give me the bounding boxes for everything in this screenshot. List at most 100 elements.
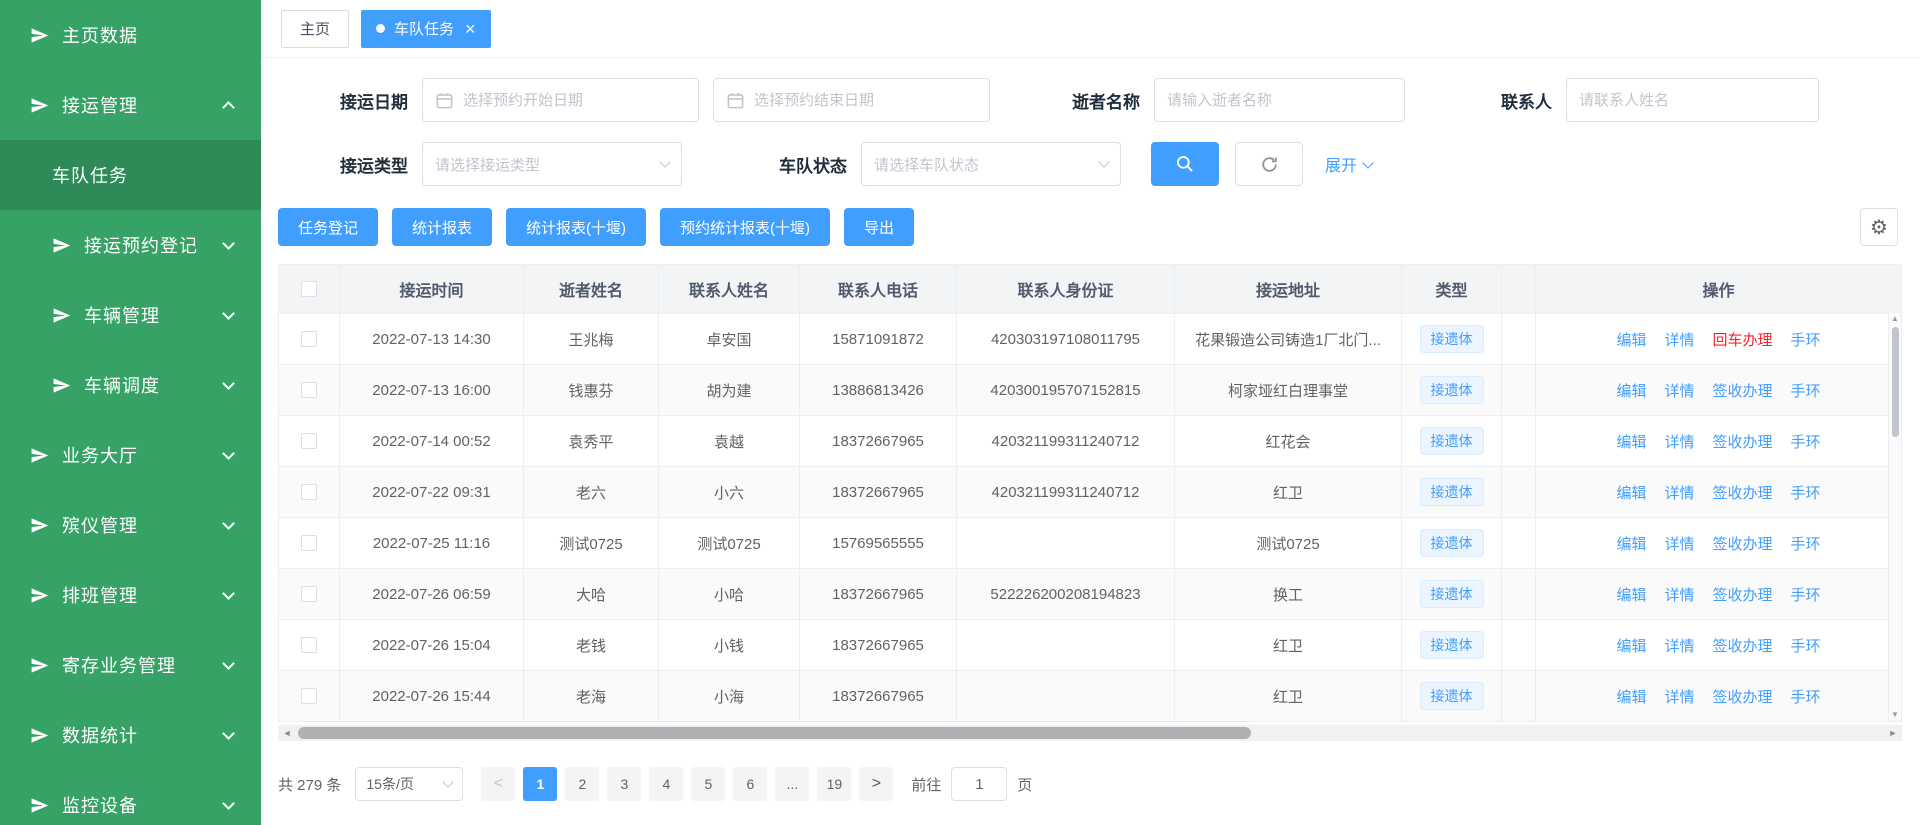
page-button-3[interactable]: 3 (607, 767, 641, 801)
sidebar-item-business-hall[interactable]: 业务大厅 (0, 420, 261, 490)
detail-link[interactable]: 详情 (1664, 533, 1694, 554)
contact-name-input[interactable] (1567, 79, 1818, 121)
close-icon[interactable]: × (465, 20, 476, 38)
page-button-19[interactable]: 19 (817, 767, 851, 801)
deceased-name-input[interactable] (1155, 79, 1404, 121)
row-checkbox[interactable] (301, 433, 317, 449)
export-button[interactable]: 导出 (844, 208, 914, 246)
tab-home[interactable]: 主页 (281, 10, 349, 48)
sidebar-item-transport-booking[interactable]: 接运预约登记 (0, 210, 261, 280)
task-register-button[interactable]: 任务登记 (278, 208, 378, 246)
detail-link[interactable]: 详情 (1664, 686, 1694, 707)
search-button[interactable] (1151, 142, 1219, 186)
chevron-down-icon (222, 797, 235, 810)
detail-link[interactable]: 详情 (1664, 431, 1694, 452)
wristband-link[interactable]: 手环 (1791, 431, 1821, 452)
wristband-link[interactable]: 手环 (1791, 686, 1821, 707)
detail-link[interactable]: 详情 (1664, 329, 1694, 350)
wristband-link[interactable]: 手环 (1791, 329, 1821, 350)
row-checkbox[interactable] (301, 535, 317, 551)
vertical-scroll-thumb[interactable] (1892, 327, 1899, 437)
page-button-6[interactable]: 6 (733, 767, 767, 801)
wristband-link[interactable]: 手环 (1791, 635, 1821, 656)
edit-link[interactable]: 编辑 (1616, 635, 1646, 656)
date-start-input[interactable] (423, 79, 698, 121)
sidebar-item-data-stats[interactable]: 数据统计 (0, 700, 261, 770)
transport-type-select[interactable]: 请选择接运类型 (422, 142, 682, 186)
pages-ellipsis-button[interactable]: ... (775, 767, 809, 801)
page-button-2[interactable]: 2 (565, 767, 599, 801)
sidebar-item-monitor-devices[interactable]: 监控设备 (0, 770, 261, 825)
stats-report-shiyan-button[interactable]: 统计报表(十堰) (506, 208, 646, 246)
tab-fleet-tasks[interactable]: 车队任务 × (361, 10, 491, 48)
stats-report-button[interactable]: 统计报表 (392, 208, 492, 246)
column-settings-button[interactable]: ⚙ (1860, 208, 1898, 246)
cell-deceased-name: 老钱 (524, 620, 659, 670)
edit-link[interactable]: 编辑 (1616, 482, 1646, 503)
page-button-4[interactable]: 4 (649, 767, 683, 801)
goto-page-input[interactable] (951, 767, 1007, 801)
horizontal-scroll-thumb[interactable] (298, 727, 1251, 739)
table-row: 2022-07-25 11:16测试0725测试072515769565555测… (279, 517, 1901, 568)
sign-process-link[interactable]: 签收办理 (1713, 584, 1773, 605)
booking-stats-report-shiyan-button[interactable]: 预约统计报表(十堰) (660, 208, 830, 246)
scroll-up-icon[interactable]: ▲ (1891, 313, 1899, 325)
row-checkbox[interactable] (301, 484, 317, 500)
edit-link[interactable]: 编辑 (1616, 584, 1646, 605)
wristband-link[interactable]: 手环 (1791, 482, 1821, 503)
expand-toggle[interactable]: 展开 (1325, 152, 1372, 176)
table-row: 2022-07-26 15:04老钱小钱18372667965红卫接遗体编辑详情… (279, 619, 1901, 670)
sidebar-item-home-data[interactable]: 主页数据 (0, 0, 261, 70)
sign-process-link[interactable]: 签收办理 (1713, 533, 1773, 554)
return-process-link[interactable]: 回车办理 (1713, 329, 1773, 350)
sidebar-item-funeral-mgmt[interactable]: 殡仪管理 (0, 490, 261, 560)
page-button-1[interactable]: 1 (523, 767, 557, 801)
date-end-input[interactable] (714, 79, 989, 121)
fleet-status-select[interactable]: 请选择车队状态 (861, 142, 1121, 186)
sidebar-item-shift-mgmt[interactable]: 排班管理 (0, 560, 261, 630)
calendar-icon (726, 91, 745, 110)
detail-link[interactable]: 详情 (1664, 635, 1694, 656)
refresh-button[interactable] (1235, 142, 1303, 186)
scroll-down-icon[interactable]: ▼ (1891, 709, 1899, 721)
detail-link[interactable]: 详情 (1664, 584, 1694, 605)
row-checkbox[interactable] (301, 382, 317, 398)
page-size-select[interactable]: 15条/页 (355, 767, 463, 801)
cell-spacer (1502, 467, 1536, 517)
edit-link[interactable]: 编辑 (1616, 380, 1646, 401)
sign-process-link[interactable]: 签收办理 (1713, 482, 1773, 503)
row-checkbox[interactable] (301, 688, 317, 704)
filter-panel: 接运日期 逝者名称 联系人 (261, 58, 1920, 186)
horizontal-scrollbar[interactable]: ◄ ► (278, 725, 1902, 741)
sidebar-item-vehicle-mgmt[interactable]: 车辆管理 (0, 280, 261, 350)
sidebar-item-fleet-tasks[interactable]: 车队任务 (0, 140, 261, 210)
wristband-link[interactable]: 手环 (1791, 533, 1821, 554)
prev-page-button[interactable]: < (481, 767, 515, 801)
detail-link[interactable]: 详情 (1664, 380, 1694, 401)
next-page-button[interactable]: > (859, 767, 893, 801)
row-checkbox[interactable] (301, 331, 317, 347)
detail-link[interactable]: 详情 (1664, 482, 1694, 503)
sidebar-item-transport-mgmt[interactable]: 接运管理 (0, 70, 261, 140)
page-button-5[interactable]: 5 (691, 767, 725, 801)
select-all-checkbox[interactable] (301, 281, 317, 297)
horizontal-scroll-track[interactable] (296, 725, 1884, 741)
edit-link[interactable]: 编辑 (1616, 533, 1646, 554)
sign-process-link[interactable]: 签收办理 (1713, 380, 1773, 401)
sidebar-item-vehicle-dispatch[interactable]: 车辆调度 (0, 350, 261, 420)
edit-link[interactable]: 编辑 (1616, 686, 1646, 707)
sidebar-item-storage-mgmt[interactable]: 寄存业务管理 (0, 630, 261, 700)
scroll-left-icon[interactable]: ◄ (278, 728, 296, 738)
edit-link[interactable]: 编辑 (1616, 431, 1646, 452)
sign-process-link[interactable]: 签收办理 (1713, 431, 1773, 452)
wristband-link[interactable]: 手环 (1791, 584, 1821, 605)
sign-process-link[interactable]: 签收办理 (1713, 686, 1773, 707)
sign-process-link[interactable]: 签收办理 (1713, 635, 1773, 656)
cell-contact-idcard: 522226200208194823 (957, 569, 1175, 619)
row-checkbox[interactable] (301, 637, 317, 653)
wristband-link[interactable]: 手环 (1791, 380, 1821, 401)
row-checkbox[interactable] (301, 586, 317, 602)
edit-link[interactable]: 编辑 (1616, 329, 1646, 350)
scroll-right-icon[interactable]: ► (1884, 728, 1902, 738)
vertical-scrollbar[interactable]: ▲ ▼ (1888, 313, 1901, 721)
